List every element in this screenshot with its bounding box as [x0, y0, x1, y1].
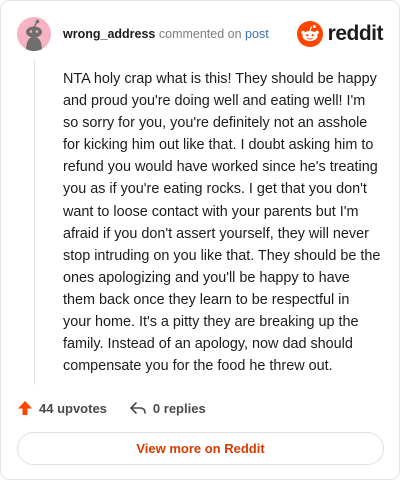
comment-byline: wrong_address commented on post	[63, 27, 269, 41]
thread-line	[34, 59, 35, 385]
username-link[interactable]: wrong_address	[63, 27, 155, 41]
comment-body: NTA holy crap what is this! They should …	[63, 71, 381, 375]
reddit-wordmark: reddit	[327, 22, 384, 45]
reply-button[interactable]: 0 replies	[129, 400, 206, 416]
commented-on-label: commented on	[158, 27, 242, 41]
comment-card: wrong_address commented on post reddit N…	[0, 0, 400, 480]
view-more-button[interactable]: View more on Reddit	[17, 432, 384, 465]
reddit-snoo-icon	[296, 21, 323, 47]
upvote-count: 44 upvotes	[39, 400, 107, 416]
reply-arrow-icon	[130, 402, 146, 414]
reddit-logo[interactable]: reddit	[296, 21, 384, 47]
upvote-arrow-icon	[18, 401, 32, 415]
comment-actions: 44 upvotes 0 replies	[17, 398, 228, 418]
upvote-button[interactable]: 44 upvotes	[17, 400, 107, 416]
post-link[interactable]: post	[245, 27, 269, 41]
avatar[interactable]	[17, 17, 51, 51]
reply-count: 0 replies	[152, 400, 206, 416]
snoo-avatar-icon	[17, 17, 51, 51]
